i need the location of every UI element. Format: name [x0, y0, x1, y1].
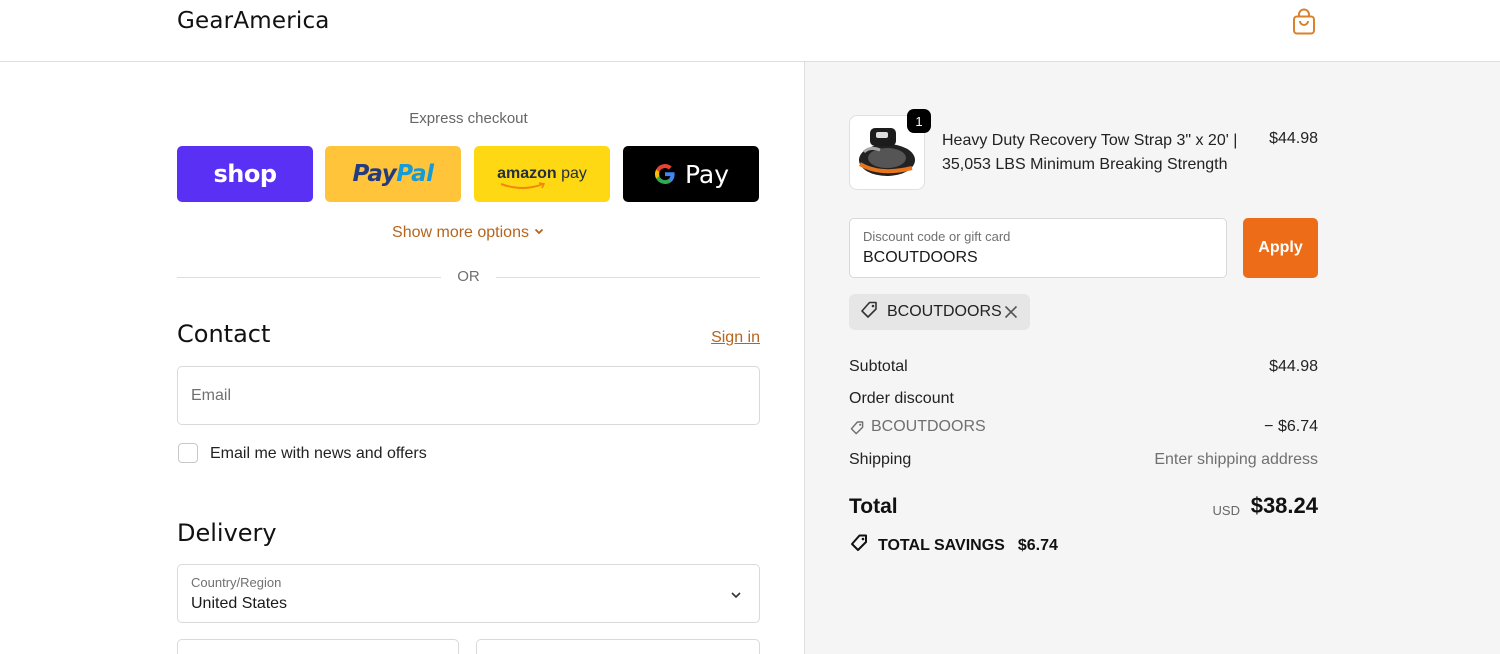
total-savings-value: $6.74 — [1017, 536, 1058, 554]
subtotal-label: Subtotal — [849, 358, 908, 375]
country-label: Country/Region — [191, 575, 282, 590]
brand-logo[interactable]: GearAmerica — [177, 8, 330, 34]
chevron-down-icon — [533, 224, 545, 242]
paypal-logo: PayPal — [352, 161, 435, 187]
google-pay-logo: Pay — [653, 160, 729, 189]
shop-pay-label: shop — [213, 160, 277, 188]
quantity-badge: 1 — [907, 109, 931, 133]
first-name-field[interactable] — [177, 639, 459, 654]
applied-discount-chip: BCOUTDOORS — [849, 294, 1030, 330]
delivery-heading: Delivery — [177, 519, 277, 547]
newsletter-label: Email me with news and offers — [210, 445, 427, 462]
email-field[interactable] — [178, 367, 759, 424]
product-price: $44.98 — [1269, 130, 1318, 147]
applied-discount-code: BCOUTDOORS — [887, 303, 1002, 320]
currency-code: USD — [1212, 503, 1240, 518]
or-divider: OR — [177, 268, 760, 288]
amazon-pay-button[interactable]: amazon pay — [474, 146, 610, 202]
chevron-down-icon — [729, 588, 743, 607]
sign-in-link[interactable]: Sign in — [700, 329, 760, 347]
last-name-field[interactable] — [476, 639, 760, 654]
discount-code-label: Discount code or gift card — [863, 229, 1011, 244]
order-discount-label: Order discount — [849, 390, 954, 407]
discount-code-name: BCOUTDOORS — [871, 418, 986, 435]
discount-code-field[interactable]: Discount code or gift card BCOUTDOORS — [849, 218, 1227, 278]
country-value: United States — [191, 595, 288, 612]
shipping-label: Shipping — [849, 451, 912, 468]
total-savings: TOTAL SAVINGS $6.74 — [849, 533, 1058, 558]
subtotal-value: $44.98 — [1269, 358, 1318, 375]
shop-pay-button[interactable]: shop — [177, 146, 313, 202]
show-more-options-link[interactable]: Show more options — [177, 224, 760, 242]
paypal-button[interactable]: PayPal — [325, 146, 461, 202]
discount-amount: − $6.74 — [1264, 418, 1318, 435]
remove-discount-icon[interactable] — [1002, 303, 1020, 326]
tag-icon — [849, 533, 869, 558]
discount-code-value: BCOUTDOORS — [863, 249, 978, 266]
express-checkout-title: Express checkout — [409, 110, 528, 127]
total-amount: $38.24 — [1250, 493, 1318, 518]
total-savings-label: TOTAL SAVINGS — [878, 536, 1005, 554]
apply-button[interactable]: Apply — [1243, 218, 1318, 278]
tag-icon — [859, 300, 879, 325]
total-label: Total — [849, 495, 898, 518]
google-pay-button[interactable]: Pay — [623, 146, 759, 202]
shipping-value: Enter shipping address — [1154, 451, 1318, 468]
amazon-pay-logo: amazon pay — [497, 165, 587, 189]
product-name: Heavy Duty Recovery Tow Strap 3" x 20' |… — [942, 132, 1238, 173]
email-field-wrapper — [177, 366, 760, 425]
newsletter-checkbox[interactable] — [178, 443, 198, 463]
country-select[interactable]: Country/Region United States — [177, 564, 760, 623]
shopping-bag-icon[interactable] — [1290, 7, 1318, 37]
google-g-icon — [654, 164, 675, 185]
contact-heading: Contact — [177, 320, 271, 348]
site-header: GearAmerica — [0, 0, 1500, 62]
